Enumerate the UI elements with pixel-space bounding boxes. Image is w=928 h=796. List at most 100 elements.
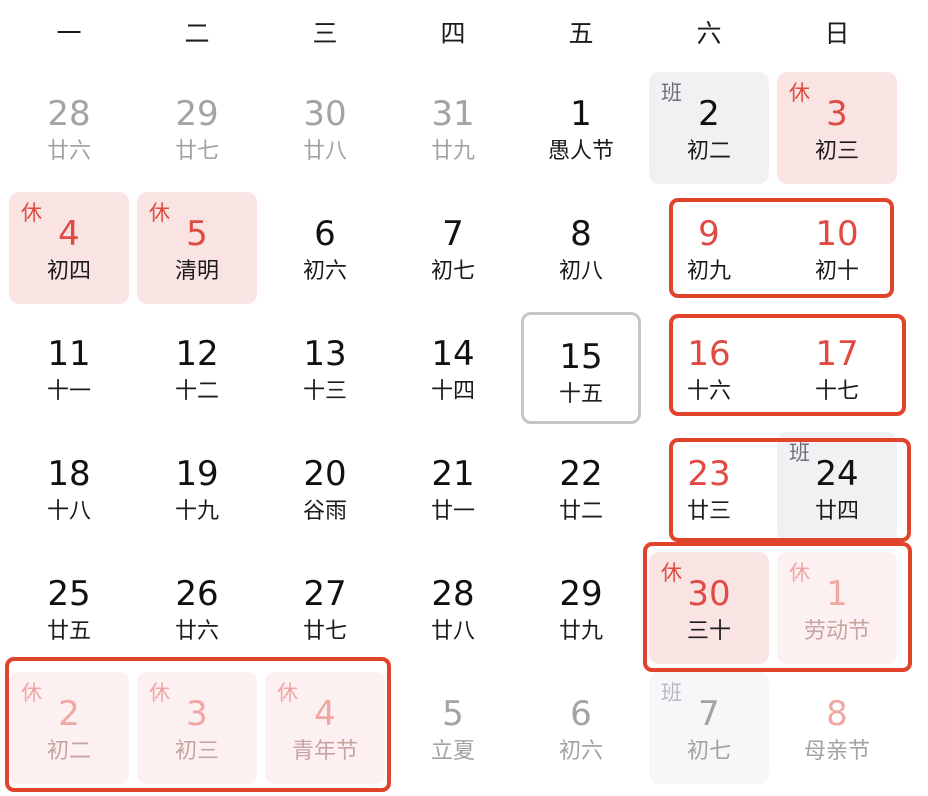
day-number: 4: [58, 214, 80, 254]
day-number: 2: [698, 94, 720, 134]
lunar-or-festival-label: 十四: [430, 379, 475, 404]
highlight-box-week5-weekend: [643, 542, 912, 672]
lunar-or-festival-label: 初六: [558, 739, 603, 764]
calendar-day[interactable]: 6 初六: [521, 672, 641, 784]
lunar-or-festival-label: 廿八: [430, 619, 475, 644]
lunar-or-festival-label: 十九: [174, 499, 219, 524]
lunar-or-festival-label: 十二: [174, 379, 219, 404]
lunar-or-festival-label: 初二: [686, 139, 731, 164]
calendar-day[interactable]: 29 廿七: [137, 72, 257, 184]
highlight-box-week6-holiday: [5, 657, 391, 792]
day-number: 19: [175, 454, 219, 494]
lunar-or-festival-label: 十八: [46, 499, 91, 524]
lunar-or-festival-label: 廿七: [174, 139, 219, 164]
day-number: 30: [303, 94, 347, 134]
lunar-or-festival-label: 廿五: [46, 619, 91, 644]
day-number: 28: [47, 94, 91, 134]
day-number: 27: [303, 574, 347, 614]
lunar-or-festival-label: 初八: [558, 259, 603, 284]
calendar-day[interactable]: 休 5 清明: [137, 192, 257, 304]
weekday-header-sun: 日: [824, 19, 850, 48]
day-number: 12: [175, 334, 219, 374]
day-number: 25: [47, 574, 91, 614]
day-number: 18: [47, 454, 91, 494]
day-number: 31: [431, 94, 475, 134]
calendar-day[interactable]: 13 十三: [265, 312, 385, 424]
day-number: 5: [186, 214, 208, 254]
calendar-day[interactable]: 18 十八: [9, 432, 129, 544]
calendar-day[interactable]: 8 初八: [521, 192, 641, 304]
weekday-header-sat: 六: [696, 19, 722, 48]
calendar-day[interactable]: 29 廿九: [521, 552, 641, 664]
lunar-or-festival-label: 初七: [686, 739, 731, 764]
day-number: 28: [431, 574, 475, 614]
lunar-or-festival-label: 十五: [558, 382, 603, 407]
lunar-or-festival-label: 谷雨: [302, 499, 347, 524]
weekday-header-fri: 五: [568, 19, 594, 48]
calendar-day[interactable]: 21 廿一: [393, 432, 513, 544]
calendar-day[interactable]: 26 廿六: [137, 552, 257, 664]
calendar-day[interactable]: 8 母亲节: [777, 672, 897, 784]
calendar-day[interactable]: 25 廿五: [9, 552, 129, 664]
day-number: 7: [698, 694, 720, 734]
calendar-day[interactable]: 28 廿六: [9, 72, 129, 184]
calendar-day[interactable]: 22 廿二: [521, 432, 641, 544]
day-number: 15: [559, 337, 603, 377]
calendar-day[interactable]: 7 初七: [393, 192, 513, 304]
lunar-or-festival-label: 廿一: [430, 499, 475, 524]
calendar-day[interactable]: 休 3 初三: [777, 72, 897, 184]
lunar-or-festival-label: 初六: [302, 259, 347, 284]
day-number: 8: [570, 214, 592, 254]
day-number: 6: [570, 694, 592, 734]
day-number: 26: [175, 574, 219, 614]
calendar-day[interactable]: 14 十四: [393, 312, 513, 424]
day-number: 5: [442, 694, 464, 734]
lunar-or-festival-label: 十三: [302, 379, 347, 404]
calendar-day[interactable]: 12 十二: [137, 312, 257, 424]
lunar-or-festival-label: 廿六: [174, 619, 219, 644]
lunar-or-festival-label: 廿七: [302, 619, 347, 644]
highlight-box-week4-weekend: [669, 438, 911, 542]
highlight-box-week2-weekend: [669, 198, 894, 298]
highlight-box-week3-weekend: [669, 314, 906, 416]
calendar-day[interactable]: 5 立夏: [393, 672, 513, 784]
day-number: 29: [175, 94, 219, 134]
calendar-day[interactable]: 27 廿七: [265, 552, 385, 664]
calendar-day[interactable]: 20 谷雨: [265, 432, 385, 544]
lunar-or-festival-label: 廿九: [558, 619, 603, 644]
weekday-header-tue: 二: [184, 19, 210, 48]
day-number: 3: [826, 94, 848, 134]
day-number: 13: [303, 334, 347, 374]
lunar-or-festival-label: 廿八: [302, 139, 347, 164]
calendar-day[interactable]: 1 愚人节: [521, 72, 641, 184]
lunar-or-festival-label: 廿六: [46, 139, 91, 164]
calendar-day[interactable]: 31 廿九: [393, 72, 513, 184]
lunar-or-festival-label: 母亲节: [803, 739, 870, 764]
day-number: 7: [442, 214, 464, 254]
day-number: 21: [431, 454, 475, 494]
weekday-header-thu: 四: [440, 19, 466, 48]
day-number: 6: [314, 214, 336, 254]
calendar-day[interactable]: 6 初六: [265, 192, 385, 304]
day-number: 8: [826, 694, 848, 734]
lunar-or-festival-label: 十一: [46, 379, 91, 404]
lunar-or-festival-label: 初七: [430, 259, 475, 284]
calendar-day[interactable]: 班 7 初七: [649, 672, 769, 784]
calendar-day[interactable]: 班 2 初二: [649, 72, 769, 184]
calendar-day[interactable]: 28 廿八: [393, 552, 513, 664]
lunar-or-festival-label: 清明: [174, 259, 219, 284]
lunar-or-festival-label: 廿二: [558, 499, 603, 524]
day-number: 20: [303, 454, 347, 494]
day-number: 1: [570, 94, 592, 134]
calendar-day[interactable]: 休 4 初四: [9, 192, 129, 304]
weekday-header-wed: 三: [312, 19, 338, 48]
calendar-day[interactable]: 30 廿八: [265, 72, 385, 184]
day-number: 22: [559, 454, 603, 494]
day-number: 11: [47, 334, 91, 374]
calendar-day-today[interactable]: 15 十五: [521, 312, 641, 424]
day-number: 29: [559, 574, 603, 614]
calendar-day[interactable]: 11 十一: [9, 312, 129, 424]
day-number: 14: [431, 334, 475, 374]
weekday-header-mon: 一: [56, 19, 82, 48]
calendar-day[interactable]: 19 十九: [137, 432, 257, 544]
